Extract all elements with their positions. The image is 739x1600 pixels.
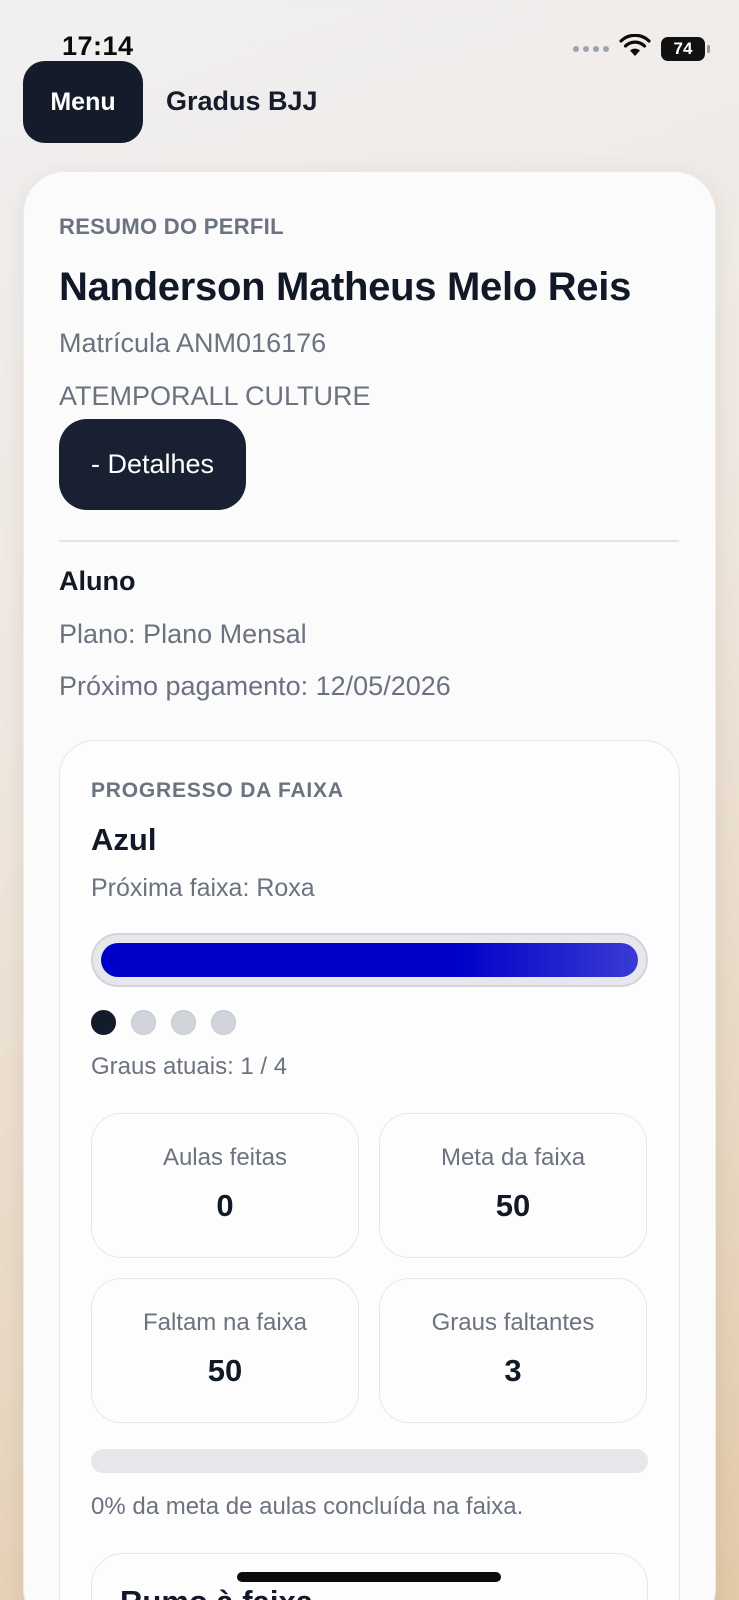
- degree-indicators: [91, 1010, 236, 1035]
- belt-progress-fill: [101, 943, 638, 977]
- stat-remaining-classes: Faltam na faixa 50: [91, 1278, 359, 1423]
- status-time: 17:14: [62, 31, 134, 61]
- plan-info: Plano: Plano Mensal: [59, 619, 307, 649]
- user-name: Nanderson Matheus Melo Reis: [59, 265, 632, 309]
- stat-value: 0: [216, 1188, 234, 1223]
- stat-label: Aulas feitas: [162, 1144, 288, 1171]
- next-payment-info: Próximo pagamento: 12/05/2026: [59, 671, 451, 701]
- divider: [59, 540, 679, 542]
- academy-name: ATEMPORALL CULTURE: [59, 381, 371, 411]
- degree-dot: [91, 1010, 116, 1035]
- class-goal-text: 0% da meta de aulas concluída na faixa.: [91, 1493, 524, 1520]
- status-icons: 74: [573, 33, 710, 63]
- registration-number: Matrícula ANM016176: [59, 328, 327, 358]
- degree-dot: [171, 1010, 196, 1035]
- next-belt: Próxima faixa: Roxa: [91, 874, 315, 902]
- stat-label: Meta da faixa: [440, 1144, 586, 1171]
- menu-button[interactable]: Menu: [23, 61, 143, 143]
- current-belt: Azul: [91, 822, 157, 857]
- details-button[interactable]: - Detalhes: [59, 419, 246, 510]
- stat-value: 3: [504, 1353, 522, 1388]
- status-bar: 17:14 74: [0, 0, 739, 63]
- stat-belt-goal: Meta da faixa 50: [379, 1113, 647, 1258]
- stat-label: Graus faltantes: [431, 1309, 595, 1336]
- stat-label: Faltam na faixa: [142, 1309, 308, 1336]
- class-goal-progress-bar: [91, 1449, 648, 1473]
- degree-dot: [131, 1010, 156, 1035]
- home-indicator[interactable]: [237, 1572, 501, 1582]
- next-belt-card-title: Rumo à faixa: [120, 1584, 313, 1600]
- stat-classes-done: Aulas feitas 0: [91, 1113, 359, 1258]
- battery-icon: 74: [661, 36, 710, 61]
- stat-remaining-degrees: Graus faltantes 3: [379, 1278, 647, 1423]
- wifi-icon: [619, 33, 651, 63]
- app-title: Gradus BJJ: [166, 86, 318, 116]
- stat-value: 50: [495, 1188, 531, 1223]
- degree-dot: [211, 1010, 236, 1035]
- belt-section-label: PROGRESSO DA FAIXA: [91, 779, 344, 802]
- user-role: Aluno: [59, 566, 136, 596]
- belt-progress-bar: [91, 933, 648, 987]
- stat-value: 50: [207, 1353, 243, 1388]
- profile-section-label: RESUMO DO PERFIL: [59, 214, 284, 239]
- degrees-text: Graus atuais: 1 / 4: [91, 1053, 288, 1080]
- cellular-signal-icon: [573, 45, 609, 52]
